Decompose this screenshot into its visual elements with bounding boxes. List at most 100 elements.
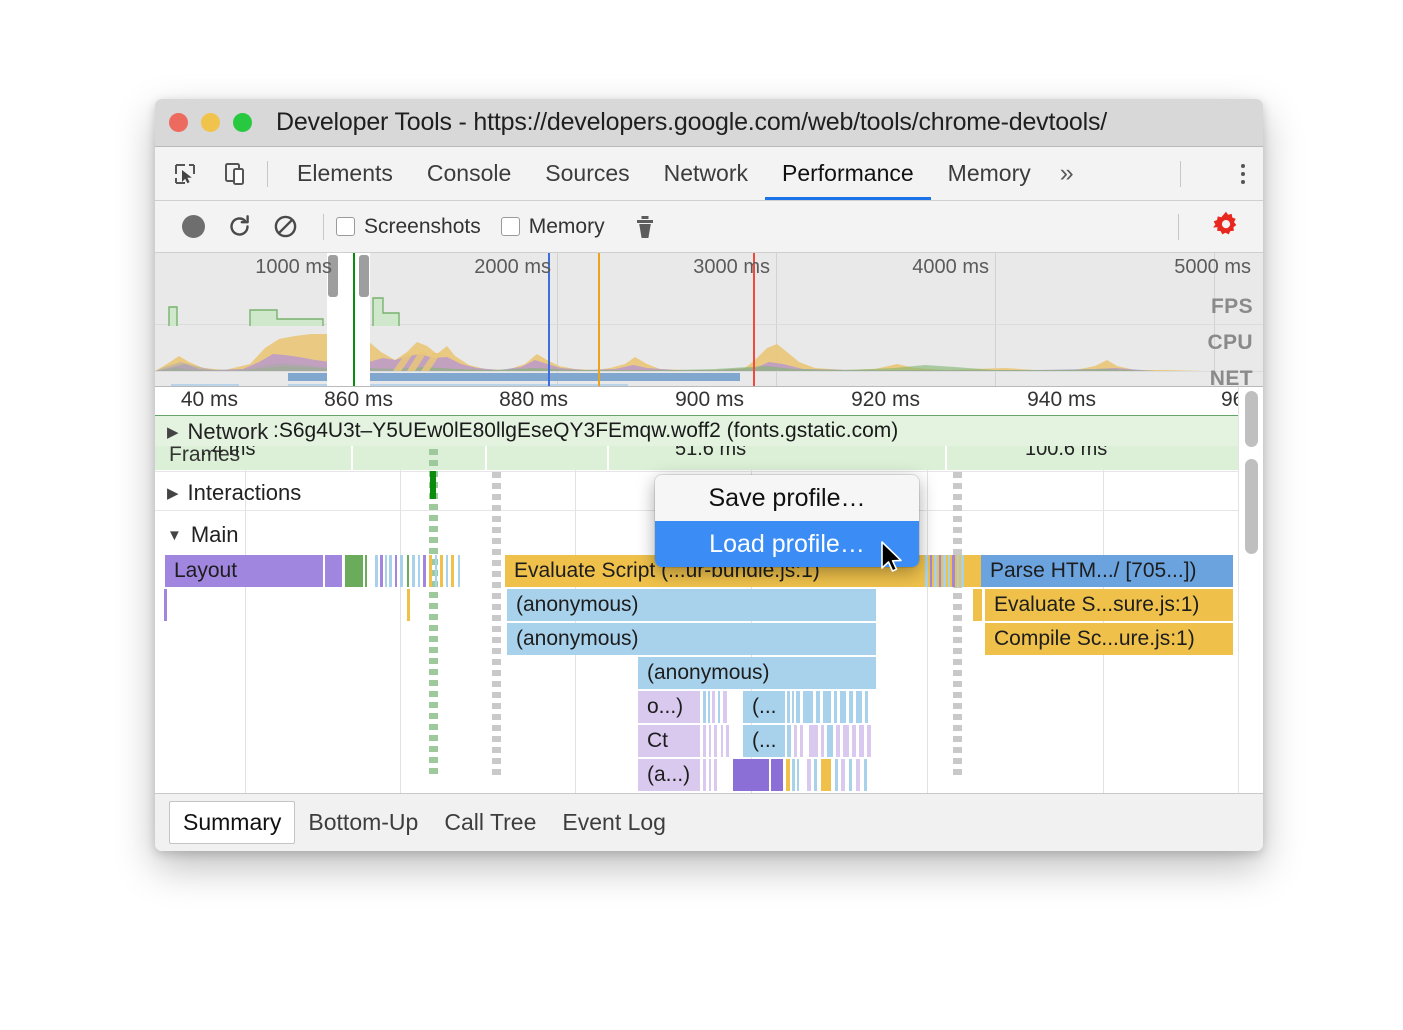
detail-tick: 920 ms bbox=[851, 388, 927, 412]
lane-label-net: NET bbox=[1210, 367, 1253, 387]
memory-label: Memory bbox=[529, 215, 605, 239]
overview-ruler: 1000 ms 2000 ms 3000 ms 4000 ms 5000 ms bbox=[155, 253, 1263, 286]
flame-ticks-row5-b bbox=[787, 725, 879, 757]
flame-entry-compile-sc[interactable]: Compile Sc...ure.js:1) bbox=[985, 623, 1233, 655]
marker-column-gray-2 bbox=[953, 472, 962, 782]
panel-tabs: Elements Console Sources Network Perform… bbox=[280, 147, 1086, 200]
flame-entry[interactable] bbox=[164, 589, 167, 621]
overview-tick: 2000 ms bbox=[474, 256, 557, 279]
tab-bottom-up[interactable]: Bottom-Up bbox=[295, 802, 431, 843]
frames-track[interactable]: ..4 ms 51.6 ms 100.6 ms bbox=[155, 446, 1263, 470]
drawer-tabbar: Summary Bottom-Up Call Tree Event Log bbox=[155, 793, 1263, 851]
tab-event-log[interactable]: Event Log bbox=[549, 802, 679, 843]
flame-entry-anonymous-3[interactable]: (anonymous) bbox=[638, 657, 876, 689]
frame-duration: 51.6 ms bbox=[675, 446, 746, 461]
interaction-marker bbox=[430, 471, 436, 499]
overview-tick: 5000 ms bbox=[1174, 256, 1257, 279]
context-menu-item-save-profile[interactable]: Save profile… bbox=[655, 475, 919, 521]
window-title: Developer Tools - https://developers.goo… bbox=[276, 108, 1107, 137]
inspect-element-icon[interactable] bbox=[165, 154, 205, 194]
tab-summary[interactable]: Summary bbox=[169, 801, 295, 844]
expander-icon[interactable]: ▶ bbox=[167, 425, 179, 440]
overview-tick: 1000 ms bbox=[255, 256, 338, 279]
detail-tick: 40 ms bbox=[181, 388, 245, 412]
capture-settings-icon[interactable] bbox=[1211, 209, 1241, 244]
flame-ticks-row5 bbox=[703, 725, 739, 757]
marker-column-gray-1 bbox=[492, 472, 501, 782]
detail-ruler: 40 ms 860 ms 880 ms 900 ms 920 ms 940 ms… bbox=[155, 387, 1263, 416]
main-menu-icon[interactable] bbox=[1241, 164, 1245, 184]
minimize-button[interactable] bbox=[201, 113, 220, 132]
flame-entry[interactable] bbox=[973, 589, 982, 621]
screenshots-checkbox[interactable] bbox=[336, 217, 355, 236]
flame-entry-paren-1[interactable]: (... bbox=[743, 691, 785, 723]
tab-network[interactable]: Network bbox=[647, 147, 765, 200]
screenshot-root: Developer Tools - https://developers.goo… bbox=[0, 0, 1403, 1030]
network-request-name: :S6g4U3t–Y5UEw0lE80llgEseQY3FEmqw.woff2 … bbox=[273, 419, 898, 443]
more-tabs-icon[interactable]: » bbox=[1048, 159, 1086, 188]
controlbar-divider-right bbox=[1178, 214, 1179, 240]
tab-memory[interactable]: Memory bbox=[931, 147, 1048, 200]
devtools-window: Developer Tools - https://developers.goo… bbox=[155, 99, 1263, 851]
record-button[interactable] bbox=[173, 207, 213, 247]
controlbar-divider bbox=[323, 214, 324, 240]
track-label-network[interactable]: ▶ Network bbox=[167, 419, 268, 445]
tab-console[interactable]: Console bbox=[410, 147, 528, 200]
overview-tick: 3000 ms bbox=[693, 256, 776, 279]
track-label-text: Interactions bbox=[188, 480, 302, 506]
tab-elements[interactable]: Elements bbox=[280, 147, 410, 200]
track-label-text: Main bbox=[191, 522, 239, 548]
flame-entry-layout[interactable]: Layout bbox=[165, 555, 323, 587]
collect-garbage-icon[interactable] bbox=[625, 207, 665, 247]
network-track[interactable]: :S6g4U3t–Y5UEw0lE80llgEseQY3FEmqw.woff2 … bbox=[155, 415, 1263, 447]
track-label-main[interactable]: ▼ Main bbox=[167, 522, 239, 548]
expander-icon[interactable]: ▼ bbox=[167, 528, 182, 543]
flame-entry-a[interactable]: (a...) bbox=[638, 759, 700, 791]
flame-entry-ct[interactable]: Ct bbox=[638, 725, 700, 757]
fps-sparkline bbox=[155, 286, 1263, 326]
track-label-interactions[interactable]: ▶ Interactions bbox=[167, 480, 301, 506]
flame-ticks-row4 bbox=[703, 691, 739, 723]
flame-entry-paren-2[interactable]: (... bbox=[743, 725, 785, 757]
window-titlebar: Developer Tools - https://developers.goo… bbox=[155, 99, 1263, 147]
flame-entry[interactable] bbox=[407, 589, 410, 621]
expander-icon[interactable]: ▶ bbox=[167, 486, 179, 501]
reload-and-record-icon[interactable] bbox=[219, 207, 259, 247]
clear-recording-icon[interactable] bbox=[265, 207, 305, 247]
detail-tick: 880 ms bbox=[499, 388, 575, 412]
timeline-overview[interactable]: 1000 ms 2000 ms 3000 ms 4000 ms 5000 ms … bbox=[155, 253, 1263, 387]
devtools-tabstrip: Elements Console Sources Network Perform… bbox=[155, 147, 1263, 201]
timeline-detail-view[interactable]: 40 ms 860 ms 880 ms 900 ms 920 ms 940 ms… bbox=[155, 387, 1263, 801]
screenshots-label: Screenshots bbox=[364, 215, 481, 239]
flame-entry[interactable] bbox=[345, 555, 363, 587]
lane-label-fps: FPS bbox=[1211, 295, 1253, 319]
toolbar-divider-right bbox=[1180, 161, 1181, 187]
flame-entry-anonymous-1[interactable]: (anonymous) bbox=[507, 589, 876, 621]
detail-scroll-gutter bbox=[1238, 387, 1263, 801]
zoom-button[interactable] bbox=[233, 113, 252, 132]
tab-sources[interactable]: Sources bbox=[528, 147, 646, 200]
close-button[interactable] bbox=[169, 113, 188, 132]
flame-entry-evaluate-s[interactable]: Evaluate S...sure.js:1) bbox=[985, 589, 1233, 621]
detail-tick: 940 ms bbox=[1027, 388, 1103, 412]
flame-entry-anonymous-2[interactable]: (anonymous) bbox=[507, 623, 876, 655]
flame-entry-parse-html[interactable]: Parse HTM.../ [705...]) bbox=[981, 555, 1233, 587]
device-toolbar-icon[interactable] bbox=[215, 154, 255, 194]
flame-entry[interactable] bbox=[325, 555, 342, 587]
flame-ticks-row4-b bbox=[787, 691, 879, 723]
performance-control-bar: Screenshots Memory bbox=[155, 201, 1263, 253]
memory-checkbox-group[interactable]: Memory bbox=[501, 215, 625, 239]
main-scrollbar-thumb[interactable] bbox=[1245, 459, 1258, 554]
flame-ticks-row0-a bbox=[365, 555, 475, 587]
context-menu-item-load-profile[interactable]: Load profile… bbox=[655, 521, 919, 567]
flame-entry-o[interactable]: o...) bbox=[638, 691, 700, 723]
track-label-text: Frames bbox=[169, 443, 240, 467]
tab-call-tree[interactable]: Call Tree bbox=[431, 802, 549, 843]
tab-performance[interactable]: Performance bbox=[765, 147, 931, 200]
network-scrollbar-thumb[interactable] bbox=[1245, 391, 1258, 447]
screenshots-checkbox-group[interactable]: Screenshots bbox=[336, 215, 501, 239]
track-label-frames: Frames bbox=[169, 443, 240, 467]
context-menu[interactable]: Save profile… Load profile… bbox=[655, 475, 919, 567]
memory-checkbox[interactable] bbox=[501, 217, 520, 236]
detail-tick: 860 ms bbox=[324, 388, 400, 412]
